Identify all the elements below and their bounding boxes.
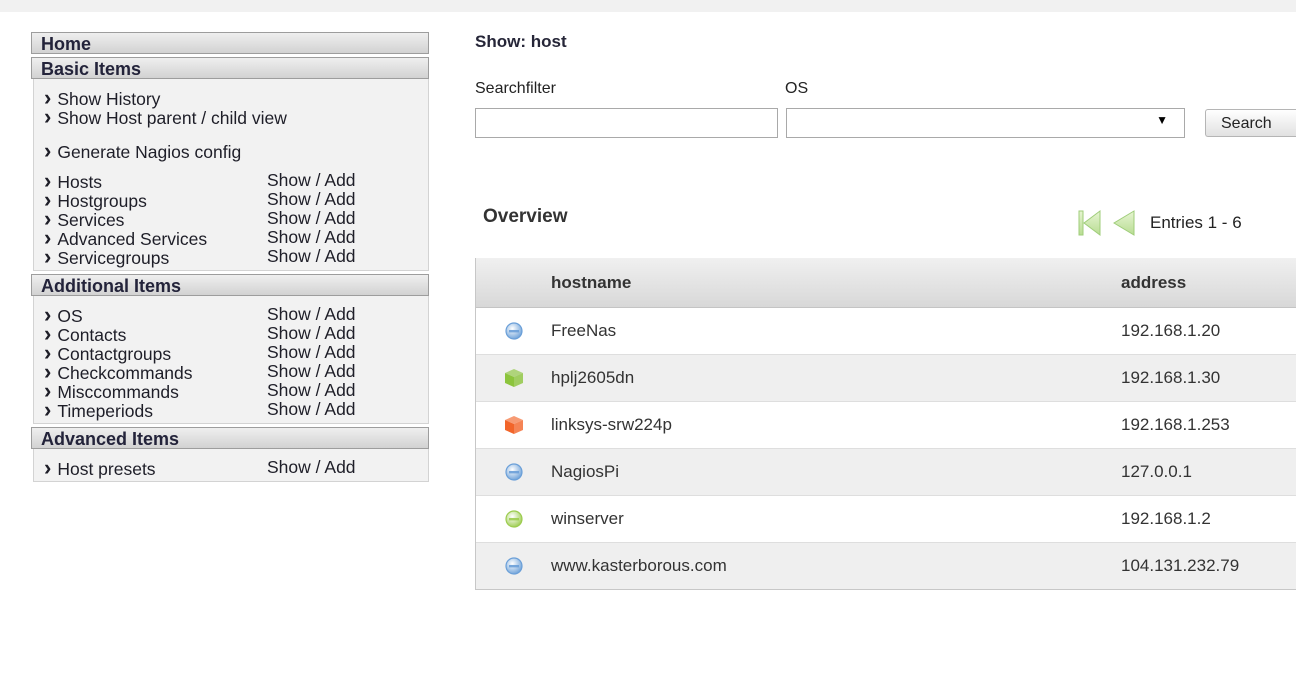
- address-cell: 192.168.1.20: [1121, 321, 1221, 340]
- table-row[interactable]: hplj2605dn 192.168.1.30: [476, 355, 1296, 402]
- green-cube-icon: [476, 368, 551, 388]
- hostname-cell[interactable]: linksys-srw224p: [551, 415, 1121, 435]
- sidebar-item-checkcommands[interactable]: CheckcommandsShow / Add: [44, 362, 428, 383]
- sidebar-item-label[interactable]: Host presets: [44, 458, 267, 479]
- sidebar-item-label[interactable]: Checkcommands: [44, 362, 267, 383]
- sidebar-sections: Basic ItemsShow HistoryShow Host parent …: [31, 57, 429, 482]
- address-cell: 192.168.1.253: [1121, 415, 1230, 434]
- sidebar-item-label[interactable]: Contactgroups: [44, 343, 267, 364]
- address-cell: 127.0.0.1: [1121, 462, 1192, 481]
- table-body: FreeNas 192.168.1.20 hplj2605dn 192.168.1.3…: [476, 308, 1296, 589]
- searchfilter-input[interactable]: [475, 108, 778, 138]
- show-add-link[interactable]: Show / Add: [267, 458, 356, 477]
- sidebar-item-label[interactable]: Hostgroups: [44, 190, 267, 211]
- sidebar-item-label[interactable]: Show Host parent / child view: [44, 107, 287, 128]
- show-add-link[interactable]: Show / Add: [267, 305, 356, 324]
- sidebar: Home Basic ItemsShow HistoryShow Host pa…: [31, 32, 429, 485]
- pagination: Entries 1 - 6: [1078, 208, 1242, 238]
- address-cell: 104.131.232.79: [1121, 556, 1240, 575]
- show-add-link[interactable]: Show / Add: [267, 190, 356, 209]
- sidebar-item-servicegroups[interactable]: ServicegroupsShow / Add: [44, 247, 428, 268]
- show-add-link[interactable]: Show / Add: [267, 362, 356, 381]
- hostname-cell[interactable]: FreeNas: [551, 321, 1121, 341]
- sidebar-item-label[interactable]: Timeperiods: [44, 400, 267, 421]
- searchfilter-label: Searchfilter: [475, 80, 556, 97]
- hostname-cell[interactable]: NagiosPi: [551, 462, 1121, 482]
- section-advanced-items: Advanced Items: [31, 427, 429, 449]
- sidebar-item-host-presets[interactable]: Host presetsShow / Add: [44, 458, 428, 479]
- search-button[interactable]: Search: [1205, 109, 1296, 137]
- sidebar-item-label[interactable]: Servicegroups: [44, 247, 267, 268]
- sidebar-item-contactgroups[interactable]: ContactgroupsShow / Add: [44, 343, 428, 364]
- show-add-link[interactable]: Show / Add: [267, 228, 356, 247]
- hosts-table: hostname address FreeNas 192.168.1.20 hplj…: [475, 258, 1296, 590]
- hostname-cell[interactable]: hplj2605dn: [551, 368, 1121, 388]
- sidebar-item-label[interactable]: Misccommands: [44, 381, 267, 402]
- column-address[interactable]: address: [1121, 273, 1296, 293]
- os-select[interactable]: ▼: [786, 108, 1185, 138]
- sidebar-item-hosts[interactable]: HostsShow / Add: [44, 171, 428, 192]
- table-header: hostname address: [476, 258, 1296, 308]
- sidebar-item-label[interactable]: Contacts: [44, 324, 267, 345]
- previous-page-icon[interactable]: [1112, 208, 1136, 238]
- section-body: OSShow / AddContactsShow / AddContactgro…: [33, 296, 429, 424]
- show-add-link[interactable]: Show / Add: [267, 324, 356, 343]
- address-cell: 192.168.1.30: [1121, 368, 1221, 387]
- sidebar-item-contacts[interactable]: ContactsShow / Add: [44, 324, 428, 345]
- first-page-icon[interactable]: [1078, 208, 1102, 238]
- sidebar-item-os[interactable]: OSShow / Add: [44, 305, 428, 326]
- hostname-cell[interactable]: www.kasterborous.com: [551, 556, 1121, 576]
- column-hostname[interactable]: hostname: [551, 273, 1121, 293]
- orange-cube-icon: [476, 415, 551, 435]
- sidebar-item-label[interactable]: Hosts: [44, 171, 267, 192]
- hostname-cell[interactable]: winserver: [551, 509, 1121, 529]
- sidebar-item-label[interactable]: Services: [44, 209, 267, 230]
- sidebar-item-label[interactable]: OS: [44, 305, 267, 326]
- sidebar-item-timeperiods[interactable]: TimeperiodsShow / Add: [44, 400, 428, 421]
- address-cell: 192.168.1.2: [1121, 509, 1211, 528]
- green-sphere-icon: [476, 510, 551, 528]
- sidebar-item-services[interactable]: ServicesShow / Add: [44, 209, 428, 230]
- overview-title: Overview: [483, 206, 568, 227]
- table-row[interactable]: NagiosPi 127.0.0.1: [476, 449, 1296, 496]
- show-add-link[interactable]: Show / Add: [267, 343, 356, 362]
- table-row[interactable]: winserver 192.168.1.2: [476, 496, 1296, 543]
- sidebar-item-hostgroups[interactable]: HostgroupsShow / Add: [44, 190, 428, 211]
- section-body: Show HistoryShow Host parent / child vie…: [33, 79, 429, 271]
- sidebar-item-label[interactable]: Show History: [44, 88, 267, 109]
- page-title: Show: host: [475, 32, 567, 51]
- sidebar-item-show-host-parent-child-view[interactable]: Show Host parent / child view: [44, 107, 428, 128]
- show-add-link[interactable]: Show / Add: [267, 209, 356, 228]
- sidebar-item-label[interactable]: Advanced Services: [44, 228, 267, 249]
- sidebar-home[interactable]: Home: [31, 32, 429, 54]
- show-add-link[interactable]: Show / Add: [267, 400, 356, 419]
- section-body: Host presetsShow / Add: [33, 449, 429, 482]
- table-row[interactable]: FreeNas 192.168.1.20: [476, 308, 1296, 355]
- blue-sphere-icon: [476, 463, 551, 481]
- section-basic-items: Basic Items: [31, 57, 429, 79]
- sidebar-item-generate-nagios-config[interactable]: Generate Nagios config: [44, 141, 428, 162]
- main-content: Show: host Searchfilter OS ▼ Search Over…: [475, 32, 1296, 590]
- sidebar-item-label[interactable]: Generate Nagios config: [44, 141, 267, 162]
- section-additional-items: Additional Items: [31, 274, 429, 296]
- show-add-link[interactable]: Show / Add: [267, 381, 356, 400]
- show-add-link[interactable]: Show / Add: [267, 171, 356, 190]
- table-row[interactable]: www.kasterborous.com 104.131.232.79: [476, 543, 1296, 589]
- sidebar-item-advanced-services[interactable]: Advanced ServicesShow / Add: [44, 228, 428, 249]
- entries-count: Entries 1 - 6: [1150, 213, 1242, 232]
- sidebar-item-misccommands[interactable]: MisccommandsShow / Add: [44, 381, 428, 402]
- dropdown-arrow-icon[interactable]: ▼: [1156, 113, 1168, 127]
- blue-sphere-icon: [476, 322, 551, 340]
- show-add-link[interactable]: Show / Add: [267, 247, 356, 266]
- blue-sphere-icon: [476, 557, 551, 575]
- os-label: OS: [785, 80, 809, 97]
- table-row[interactable]: linksys-srw224p 192.168.1.253: [476, 402, 1296, 449]
- top-bar: [0, 0, 1296, 12]
- sidebar-item-show-history[interactable]: Show History: [44, 88, 428, 109]
